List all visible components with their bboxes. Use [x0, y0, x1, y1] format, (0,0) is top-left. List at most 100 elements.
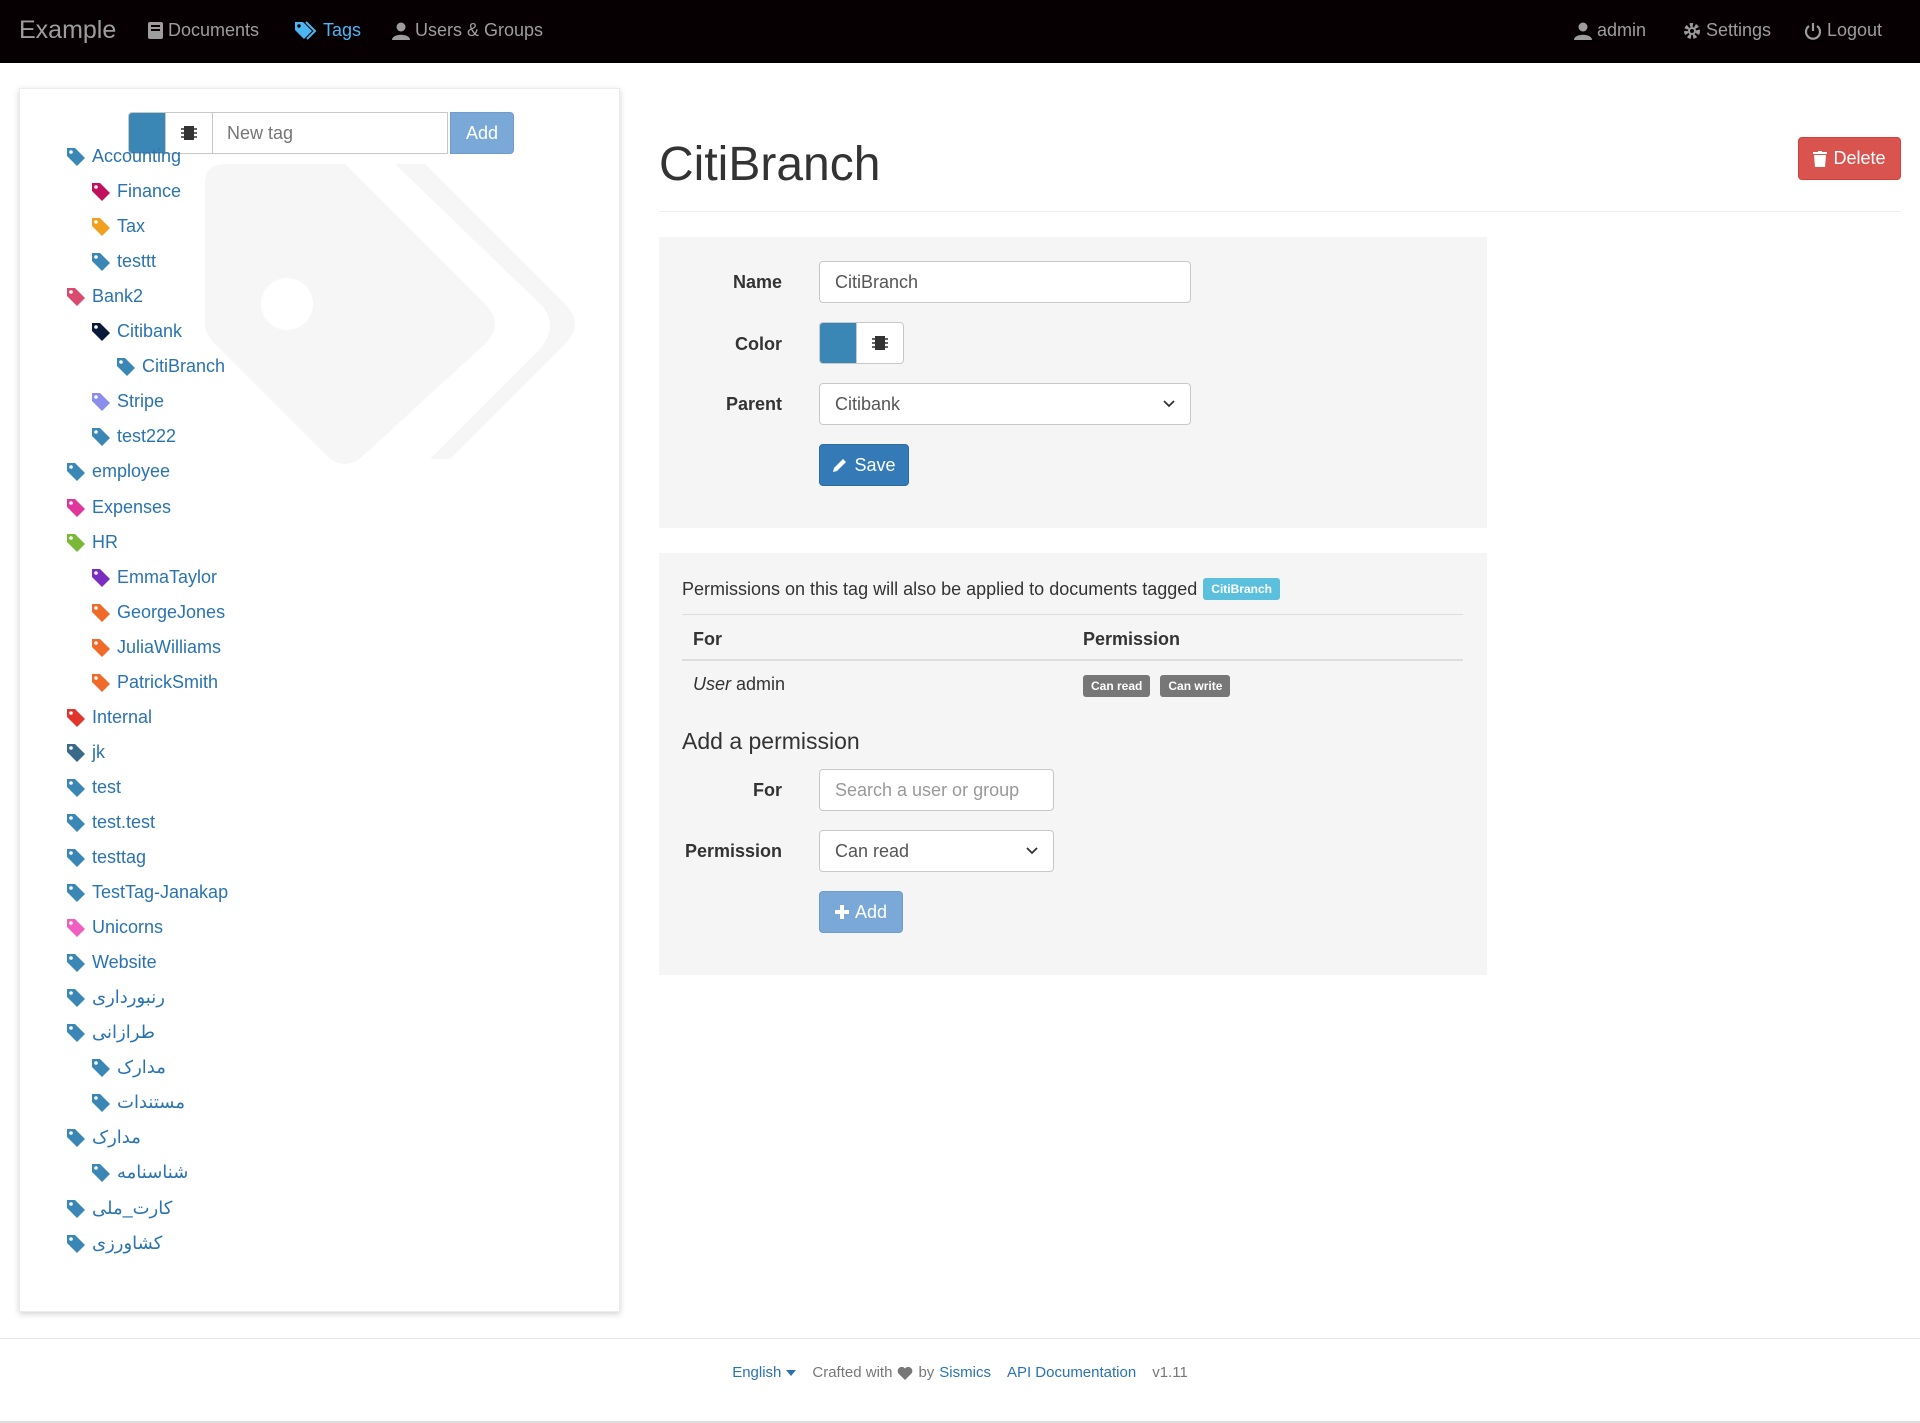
add-permission-button[interactable]: Add: [819, 891, 903, 933]
tag-label: JuliaWilliams: [117, 637, 222, 657]
tag-item[interactable]: Bank2: [66, 286, 143, 307]
name-input[interactable]: CitiBranch: [819, 261, 1191, 303]
nav-users-groups[interactable]: Users & Groups: [392, 20, 543, 41]
permission-row-type: User: [693, 674, 732, 694]
tag-label: PatrickSmith: [117, 672, 219, 692]
permission-row-perms: Can read Can write: [1083, 674, 1235, 697]
tag-icon: [67, 918, 85, 937]
tag-icon: [92, 392, 110, 411]
tag-label: jk: [92, 742, 105, 762]
tag-label: Website: [92, 952, 157, 972]
tag-item[interactable]: PatrickSmith: [91, 672, 218, 693]
tag-item[interactable]: Stripe: [91, 391, 164, 412]
tag-label: رنبورداری: [92, 987, 165, 1007]
tag-icon: [92, 1093, 110, 1112]
tag-label: testtt: [117, 251, 157, 271]
tag-label: EmmaTaylor: [117, 567, 218, 587]
color-label: Color: [735, 334, 782, 354]
nav-tags[interactable]: Tags: [294, 20, 361, 41]
nav-settings[interactable]: Settings: [1683, 20, 1771, 41]
tag-item[interactable]: testtag: [66, 847, 146, 868]
nav-admin[interactable]: admin: [1574, 20, 1646, 41]
tag-icon: [67, 1128, 85, 1147]
add-permission-label: Add: [854, 901, 888, 922]
heart-icon: [898, 1366, 913, 1380]
tag-item[interactable]: Unicorns: [66, 917, 163, 938]
tag-item[interactable]: مدارک: [91, 1057, 166, 1078]
color-swatch[interactable]: [819, 322, 856, 364]
sismics-link[interactable]: Sismics: [939, 1364, 991, 1381]
api-docs-link[interactable]: API Documentation: [1007, 1364, 1136, 1381]
delete-button[interactable]: Delete: [1798, 137, 1901, 180]
tag-label: employee: [92, 461, 171, 481]
tag-item[interactable]: jk: [66, 742, 105, 763]
tag-icon: [92, 1058, 110, 1077]
tag-icon: [92, 252, 110, 271]
tag-item[interactable]: مستندات: [91, 1092, 185, 1113]
nav-documents[interactable]: Documents: [148, 20, 259, 41]
book-icon: [148, 22, 163, 39]
table-header-rule: [682, 659, 1463, 661]
tag-item[interactable]: Website: [66, 952, 157, 973]
caret-down-icon: [786, 1369, 797, 1376]
tag-item[interactable]: employee: [66, 461, 170, 482]
tag-item[interactable]: مدارک: [66, 1127, 141, 1148]
tag-item[interactable]: Finance: [91, 181, 181, 202]
tag-icon: [67, 708, 85, 727]
tag-label: Unicorns: [92, 917, 164, 937]
tag-icon: [67, 533, 85, 552]
nav-logout-label: Logout: [1827, 20, 1883, 40]
nav-tags-label: Tags: [323, 20, 362, 40]
tag-label: طرازانی: [92, 1022, 155, 1042]
tag-item[interactable]: Expenses: [66, 497, 171, 518]
tag-item[interactable]: Internal: [66, 707, 152, 728]
tag-item[interactable]: JuliaWilliams: [91, 637, 221, 658]
tag-item[interactable]: EmmaTaylor: [91, 567, 217, 588]
new-tag-input[interactable]: [213, 112, 448, 154]
tag-label: شناسنامه: [117, 1162, 189, 1182]
tag-item[interactable]: test: [66, 777, 121, 798]
tag-item[interactable]: شناسنامه: [91, 1162, 188, 1183]
permissions-note-text: Permissions on this tag will also be app…: [682, 578, 1198, 599]
user-icon: [392, 22, 410, 40]
tag-item[interactable]: کارت_ملی: [66, 1198, 172, 1219]
tag-item[interactable]: test222: [91, 426, 176, 447]
user-group-search-input[interactable]: Search a user or group: [819, 769, 1054, 811]
permission-select[interactable]: Can read: [819, 830, 1054, 872]
parent-select[interactable]: Citibank: [819, 383, 1191, 425]
tag-item[interactable]: TestTag-Janakap: [66, 882, 228, 903]
tag-label: CitiBranch: [142, 356, 226, 376]
tag-item[interactable]: طرازانی: [66, 1022, 155, 1043]
tag-item[interactable]: test.test: [66, 812, 155, 833]
can-read-badge: Can read: [1083, 675, 1151, 697]
permission-row-name: admin: [736, 674, 786, 694]
tag-item[interactable]: Tax: [91, 216, 145, 237]
tag-item[interactable]: Accounting: [66, 146, 181, 167]
tag-item[interactable]: کشاورزی: [66, 1233, 162, 1254]
tag-item[interactable]: testtt: [91, 251, 156, 272]
add-tag-button[interactable]: Add: [450, 112, 514, 154]
tag-label: Tax: [117, 216, 146, 236]
tag-item[interactable]: رنبورداری: [66, 987, 165, 1008]
navbar: Example Documents Tags Users & Groups ad…: [0, 0, 1920, 63]
footer: English Crafted with by Sismics API Docu…: [0, 1364, 1920, 1381]
page-title: CitiBranch: [659, 138, 881, 191]
brand[interactable]: Example: [19, 16, 116, 45]
nav-logout[interactable]: Logout: [1804, 20, 1882, 41]
tag-label: مستندات: [117, 1092, 185, 1112]
tag-label: Stripe: [117, 391, 165, 411]
tag-watermark-icon: [205, 164, 575, 464]
language-dropdown[interactable]: English: [732, 1364, 797, 1381]
save-button[interactable]: Save: [819, 444, 909, 486]
tag-item[interactable]: GeorgeJones: [91, 602, 225, 623]
color-picker-button[interactable]: [856, 322, 904, 364]
tag-item[interactable]: Citibank: [91, 321, 182, 342]
chevron-down-icon: [1163, 400, 1175, 408]
chevron-down-icon: [1026, 847, 1038, 855]
tag-item[interactable]: HR: [66, 532, 118, 553]
tag-icon: [67, 147, 85, 166]
tag-icon: [92, 1163, 110, 1182]
by-text: by: [918, 1364, 935, 1381]
gear-icon: [1684, 22, 1700, 39]
tag-item[interactable]: CitiBranch: [116, 356, 225, 377]
